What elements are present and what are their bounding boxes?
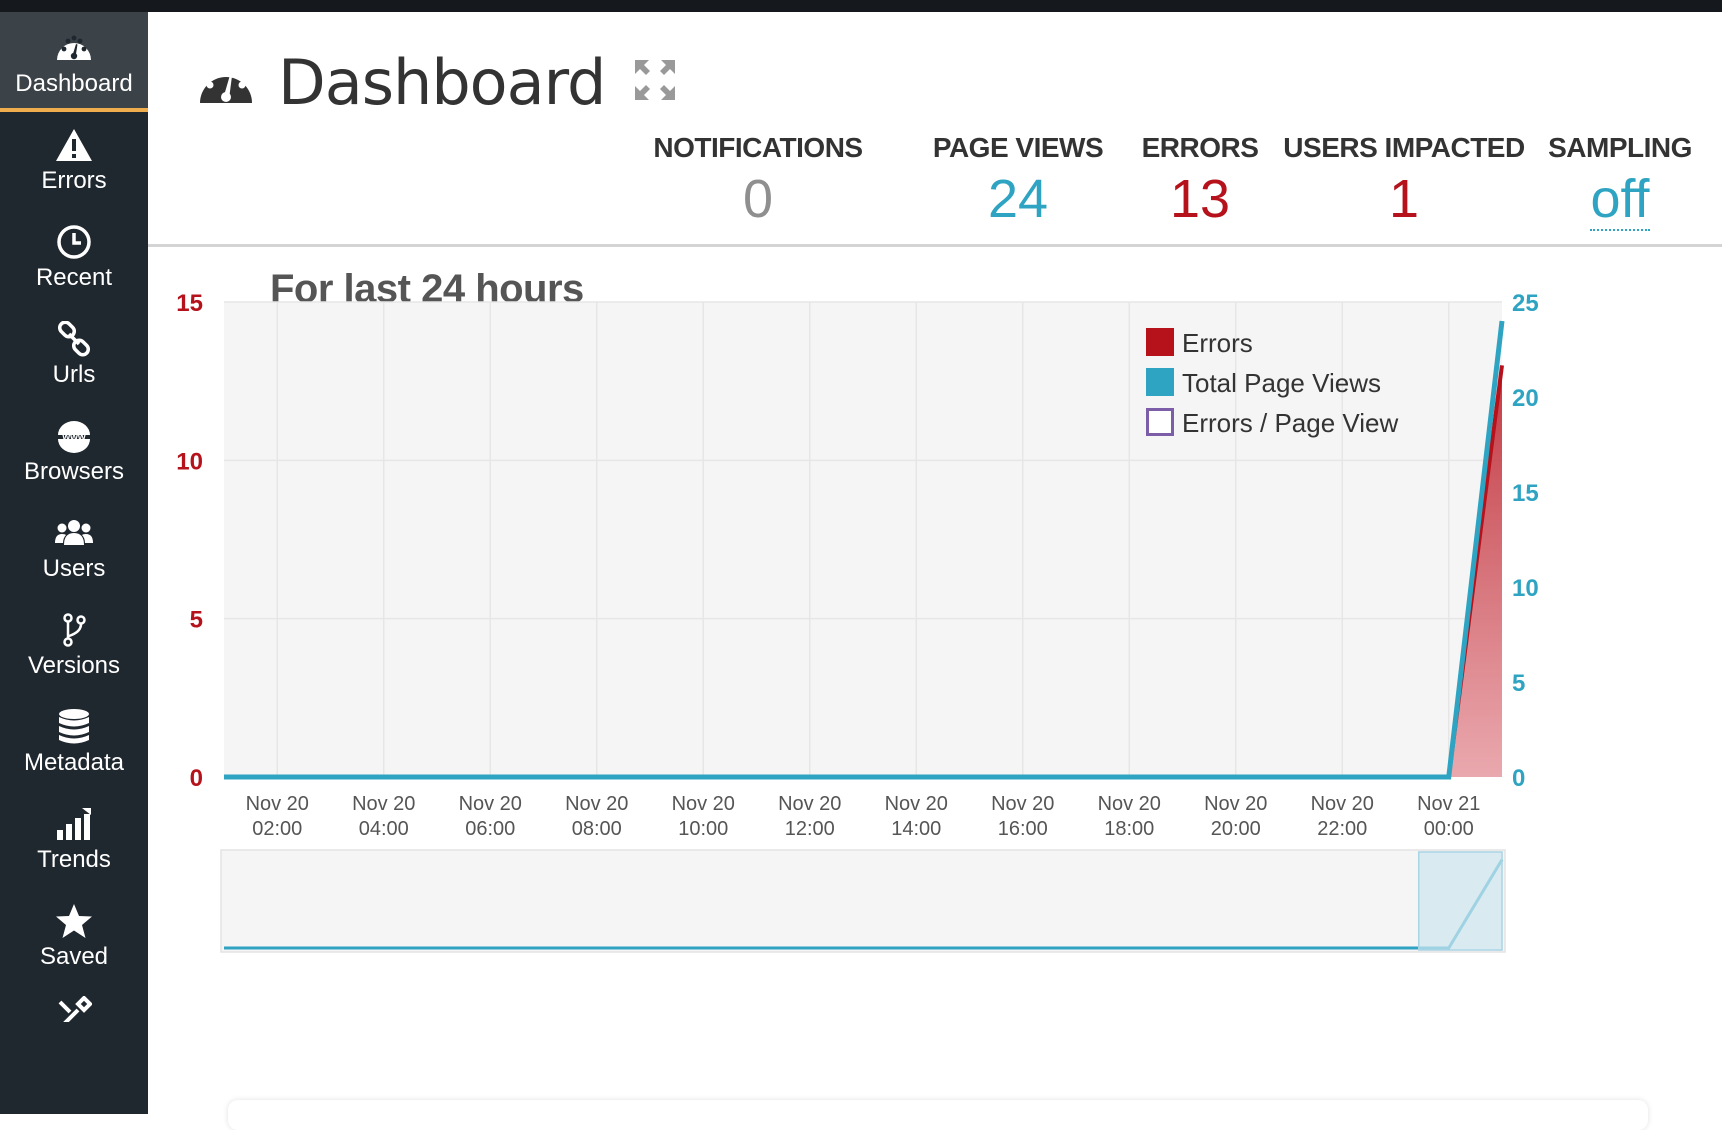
bar-chart-icon [54, 804, 94, 844]
navigator-panel [220, 849, 1506, 953]
legend-swatch [1146, 368, 1174, 396]
y-left-tick-label: 15 [176, 290, 203, 317]
sidebar-item-saved[interactable]: Saved [0, 885, 148, 982]
warning-icon [54, 125, 94, 165]
x-tick-label-time: 12:00 [785, 818, 835, 840]
x-tick-label-date: Nov 20 [991, 793, 1054, 815]
wrench-icon [54, 994, 94, 1022]
y-right-tick-label: 5 [1512, 670, 1525, 697]
legend-swatch [1146, 408, 1174, 436]
y-right-tick-label: 0 [1512, 765, 1525, 792]
sidebar-item-label: Browsers [23, 458, 125, 485]
sidebar-item-label: Saved [39, 943, 109, 970]
sidebar-item-label: Users [42, 555, 106, 582]
sidebar-item-dashboard[interactable]: Dashboard [0, 12, 148, 112]
x-tick-label-date: Nov 20 [565, 793, 628, 815]
dashboard-icon [54, 28, 94, 68]
legend-label: Total Page Views [1182, 368, 1381, 398]
sidebar-item-trends[interactable]: Trends [0, 788, 148, 885]
y-right-tick-label: 25 [1512, 290, 1539, 317]
x-tick-label-date: Nov 20 [1204, 793, 1267, 815]
sidebar-item-tools[interactable] [0, 982, 148, 1022]
legend-label: Errors / Page View [1182, 408, 1399, 438]
x-tick-label-time: 14:00 [891, 818, 941, 840]
sidebar-item-label: Errors [41, 167, 107, 194]
sidebar-item-metadata[interactable]: Metadata [0, 691, 148, 788]
sidebar-item-errors[interactable]: Errors [0, 109, 148, 206]
x-tick-label-time: 08:00 [572, 818, 622, 840]
sidebar-item-label: Dashboard [15, 70, 133, 97]
sidebar-item-users[interactable]: Users [0, 497, 148, 594]
bottom-card [228, 1100, 1648, 1130]
legend-swatch [1146, 328, 1174, 356]
branch-icon [54, 610, 94, 650]
x-tick-label-date: Nov 20 [1098, 793, 1161, 815]
www-icon: www [54, 416, 94, 456]
x-tick-label-time: 20:00 [1211, 818, 1261, 840]
x-tick-label-date: Nov 21 [1417, 793, 1480, 815]
sidebar-item-urls[interactable]: Urls [0, 303, 148, 400]
main-content: Dashboard NOTIFICATIONS 0 PAGE VIEWS 24 [148, 12, 1722, 1130]
x-tick-label-time: 22:00 [1317, 818, 1367, 840]
x-tick-label-time: 00:00 [1424, 818, 1474, 840]
x-tick-label-date: Nov 20 [1311, 793, 1374, 815]
x-tick-label-date: Nov 20 [885, 793, 948, 815]
x-tick-label-date: Nov 20 [778, 793, 841, 815]
database-icon [54, 707, 94, 747]
x-tick-label-time: 18:00 [1104, 818, 1154, 840]
svg-text:www: www [61, 432, 86, 443]
y-left-tick-label: 5 [190, 607, 203, 634]
sidebar-item-label: Urls [52, 361, 96, 388]
y-right-tick-label: 20 [1512, 385, 1539, 412]
x-tick-label-time: 16:00 [998, 818, 1048, 840]
link-icon [54, 319, 94, 359]
y-right-tick-label: 10 [1512, 575, 1539, 602]
sidebar-item-label: Versions [27, 652, 121, 679]
x-tick-label-date: Nov 20 [246, 793, 309, 815]
x-tick-label-time: 04:00 [359, 818, 409, 840]
x-tick-label-date: Nov 20 [459, 793, 522, 815]
x-tick-label-time: 06:00 [465, 818, 515, 840]
dashboard-chart: 0 5 10 15 0 5 10 15 20 25 Nov 20 02:00 Nov 20 04:00 No… [176, 290, 1539, 953]
y-right-tick-label: 15 [1512, 480, 1539, 507]
sidebar-item-label: Recent [35, 264, 113, 291]
star-icon [54, 901, 94, 941]
sidebar-item-recent[interactable]: Recent [0, 206, 148, 303]
y-left-tick-label: 10 [176, 448, 203, 475]
x-tick-label-time: 02:00 [252, 818, 302, 840]
top-bar [0, 0, 1722, 12]
legend-label: Errors [1182, 328, 1253, 358]
sidebar-item-label: Trends [37, 846, 111, 873]
sidebar-item-versions[interactable]: Versions [0, 594, 148, 691]
clock-icon [54, 222, 94, 262]
users-icon [54, 513, 94, 553]
navigator-selection-handle[interactable] [1418, 851, 1503, 951]
sidebar-item-label: Metadata [23, 749, 125, 776]
x-tick-label-date: Nov 20 [352, 793, 415, 815]
y-left-tick-label: 0 [190, 765, 203, 792]
x-tick-label-time: 10:00 [678, 818, 728, 840]
x-tick-label-date: Nov 20 [672, 793, 735, 815]
sidebar-item-browsers[interactable]: www Browsers [0, 400, 148, 497]
sidebar: Dashboard Errors Recent Urls www Browsers User… [0, 12, 148, 1114]
